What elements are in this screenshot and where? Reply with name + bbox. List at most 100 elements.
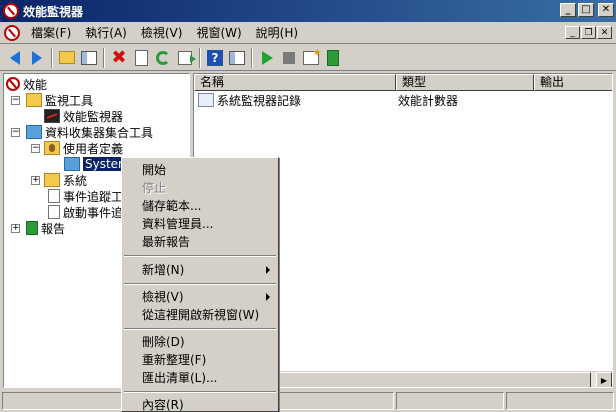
tree-node-label: 效能監視器 xyxy=(63,109,124,124)
delete-icon: ✖ xyxy=(111,46,127,68)
list-item[interactable]: 系統監視器記錄 效能計數器 xyxy=(198,92,536,108)
toolbar-separator xyxy=(103,47,105,68)
context-menu-save-template[interactable]: 儲存範本... xyxy=(124,197,276,215)
menu-action[interactable]: 執行(A) xyxy=(78,22,134,43)
up-level-button[interactable] xyxy=(56,47,78,69)
toolbar-separator xyxy=(51,47,53,68)
menu-view[interactable]: 檢視(V) xyxy=(134,22,190,43)
tree-expander[interactable]: + xyxy=(11,224,20,233)
tree-node-label: 效能 xyxy=(23,77,48,92)
startup-trace-icon xyxy=(48,205,60,219)
context-menu-stop: 停止 xyxy=(142,181,167,195)
minimize-button[interactable]: _ xyxy=(560,3,576,17)
list-header: 名稱 類型 輸出 xyxy=(194,74,612,91)
mdi-restore-button[interactable]: ❐ xyxy=(581,26,596,39)
show-hide-tree-button[interactable] xyxy=(78,47,100,69)
new-icon xyxy=(303,46,322,65)
context-menu-data-manager[interactable]: 資料管理員... xyxy=(124,215,276,233)
context-menu-properties[interactable]: 內容(R) xyxy=(124,396,276,412)
folder-icon xyxy=(26,93,42,107)
tree-node-performance[interactable]: 效能 xyxy=(6,76,47,92)
menu-bar: 檔案(F) 執行(A) 檢視(V) 視窗(W) 說明(H) _ ❐ ✕ xyxy=(0,22,616,44)
data-collector-set-icon xyxy=(64,157,80,171)
context-menu-refresh[interactable]: 重新整理(F) xyxy=(124,351,276,369)
context-menu-start[interactable]: 開始 xyxy=(124,161,276,179)
context-menu-view[interactable]: 檢視(V) xyxy=(124,288,276,306)
tree-node-performance-monitor[interactable]: 效能監視器 xyxy=(44,108,123,124)
tree-node-label: 監視工具 xyxy=(45,93,94,108)
tree-expander[interactable]: + xyxy=(31,176,40,185)
stop-icon xyxy=(283,51,295,64)
context-menu-separator xyxy=(124,391,276,393)
title-bar: 效能監視器 _ □ ✕ xyxy=(0,0,616,22)
tree-node-data-collector-sets[interactable]: 資料收集器集合工具 xyxy=(26,124,153,140)
mdi-close-button[interactable]: ✕ xyxy=(597,26,612,39)
context-menu-view-label: 檢視(V) xyxy=(142,290,184,304)
mdi-minimize-button[interactable]: _ xyxy=(565,26,580,39)
start-icon xyxy=(261,50,273,65)
export-button[interactable] xyxy=(174,47,196,69)
column-header-type[interactable]: 類型 xyxy=(396,74,534,91)
window-title: 效能監視器 xyxy=(23,4,84,19)
data-collector-sets-icon xyxy=(26,125,42,139)
toolbar-separator xyxy=(251,47,253,68)
tree-node-user-defined[interactable]: 使用者定義 xyxy=(44,140,123,156)
folder-icon xyxy=(44,173,60,187)
menu-file[interactable]: 檔案(F) xyxy=(24,22,78,43)
status-cell xyxy=(396,392,504,410)
context-menu-new-window[interactable]: 從這裡開啟新視窗(W) xyxy=(124,306,276,324)
window-controls: _ □ ✕ xyxy=(560,3,614,17)
arrow-right-icon xyxy=(32,50,42,65)
tree-node-system[interactable]: 系統 xyxy=(44,172,87,188)
show-hide-tree-icon xyxy=(81,50,97,65)
report-button[interactable] xyxy=(322,47,344,69)
status-cell xyxy=(506,392,614,410)
column-header-output[interactable]: 輸出 xyxy=(534,74,612,91)
tree-node-monitoring-tools[interactable]: 監視工具 xyxy=(26,92,93,108)
close-button[interactable]: ✕ xyxy=(598,3,614,17)
context-menu-delete[interactable]: 刪除(D) xyxy=(124,333,276,351)
new-button[interactable] xyxy=(300,46,322,69)
tree-node-label: 系統 xyxy=(63,173,88,188)
tree-expander[interactable]: − xyxy=(31,144,40,153)
context-menu-new-label: 新增(N) xyxy=(142,263,185,277)
scroll-right-button[interactable]: ▶ xyxy=(596,372,612,387)
arrow-left-icon xyxy=(10,50,20,65)
maximize-button[interactable]: □ xyxy=(578,3,594,17)
folder-up-icon xyxy=(59,51,75,64)
context-menu-latest-report[interactable]: 最新報告 xyxy=(124,233,276,251)
stop-button[interactable] xyxy=(278,47,300,69)
context-menu-export-list[interactable]: 匯出清單(L)... xyxy=(124,369,276,387)
show-pane-icon xyxy=(229,50,245,65)
tree-node-label: 啟動事件追 xyxy=(63,205,124,220)
tree-expander[interactable]: − xyxy=(11,96,20,105)
system-menu-icon[interactable] xyxy=(4,24,20,41)
toolbar: ✖ ? xyxy=(0,45,616,71)
column-header-name[interactable]: 名稱 xyxy=(194,74,396,91)
tree-expander[interactable]: − xyxy=(11,128,20,137)
menu-window[interactable]: 視窗(W) xyxy=(189,22,248,43)
show-pane-button[interactable] xyxy=(226,47,248,69)
submenu-arrow-icon xyxy=(266,266,270,274)
back-button[interactable] xyxy=(4,47,26,69)
tree-node-reports[interactable]: 報告 xyxy=(26,220,65,236)
tree-node-label: 使用者定義 xyxy=(63,141,124,156)
report-icon xyxy=(327,49,339,66)
menu-help[interactable]: 說明(H) xyxy=(249,22,305,43)
refresh-button[interactable] xyxy=(152,47,174,69)
start-button[interactable] xyxy=(256,47,278,69)
properties-button[interactable] xyxy=(130,47,152,69)
performance-monitor-app-icon xyxy=(3,3,19,19)
delete-button[interactable]: ✖ xyxy=(108,47,130,69)
tree-node-label: 事件追蹤工 xyxy=(63,189,124,204)
forward-button[interactable] xyxy=(26,47,48,69)
help-button[interactable]: ? xyxy=(204,47,226,69)
mdi-controls: _ ❐ ✕ xyxy=(565,26,612,39)
tree-node-event-trace-sessions[interactable]: 事件追蹤工 xyxy=(48,188,123,204)
tree-node-label: 資料收集器集合工具 xyxy=(45,125,154,140)
tree-node-startup-event-trace[interactable]: 啟動事件追 xyxy=(48,204,123,220)
performance-counter-icon xyxy=(198,93,214,107)
export-icon xyxy=(178,50,196,65)
context-menu-new[interactable]: 新增(N) xyxy=(124,261,276,279)
performance-monitor-icon xyxy=(44,109,60,123)
